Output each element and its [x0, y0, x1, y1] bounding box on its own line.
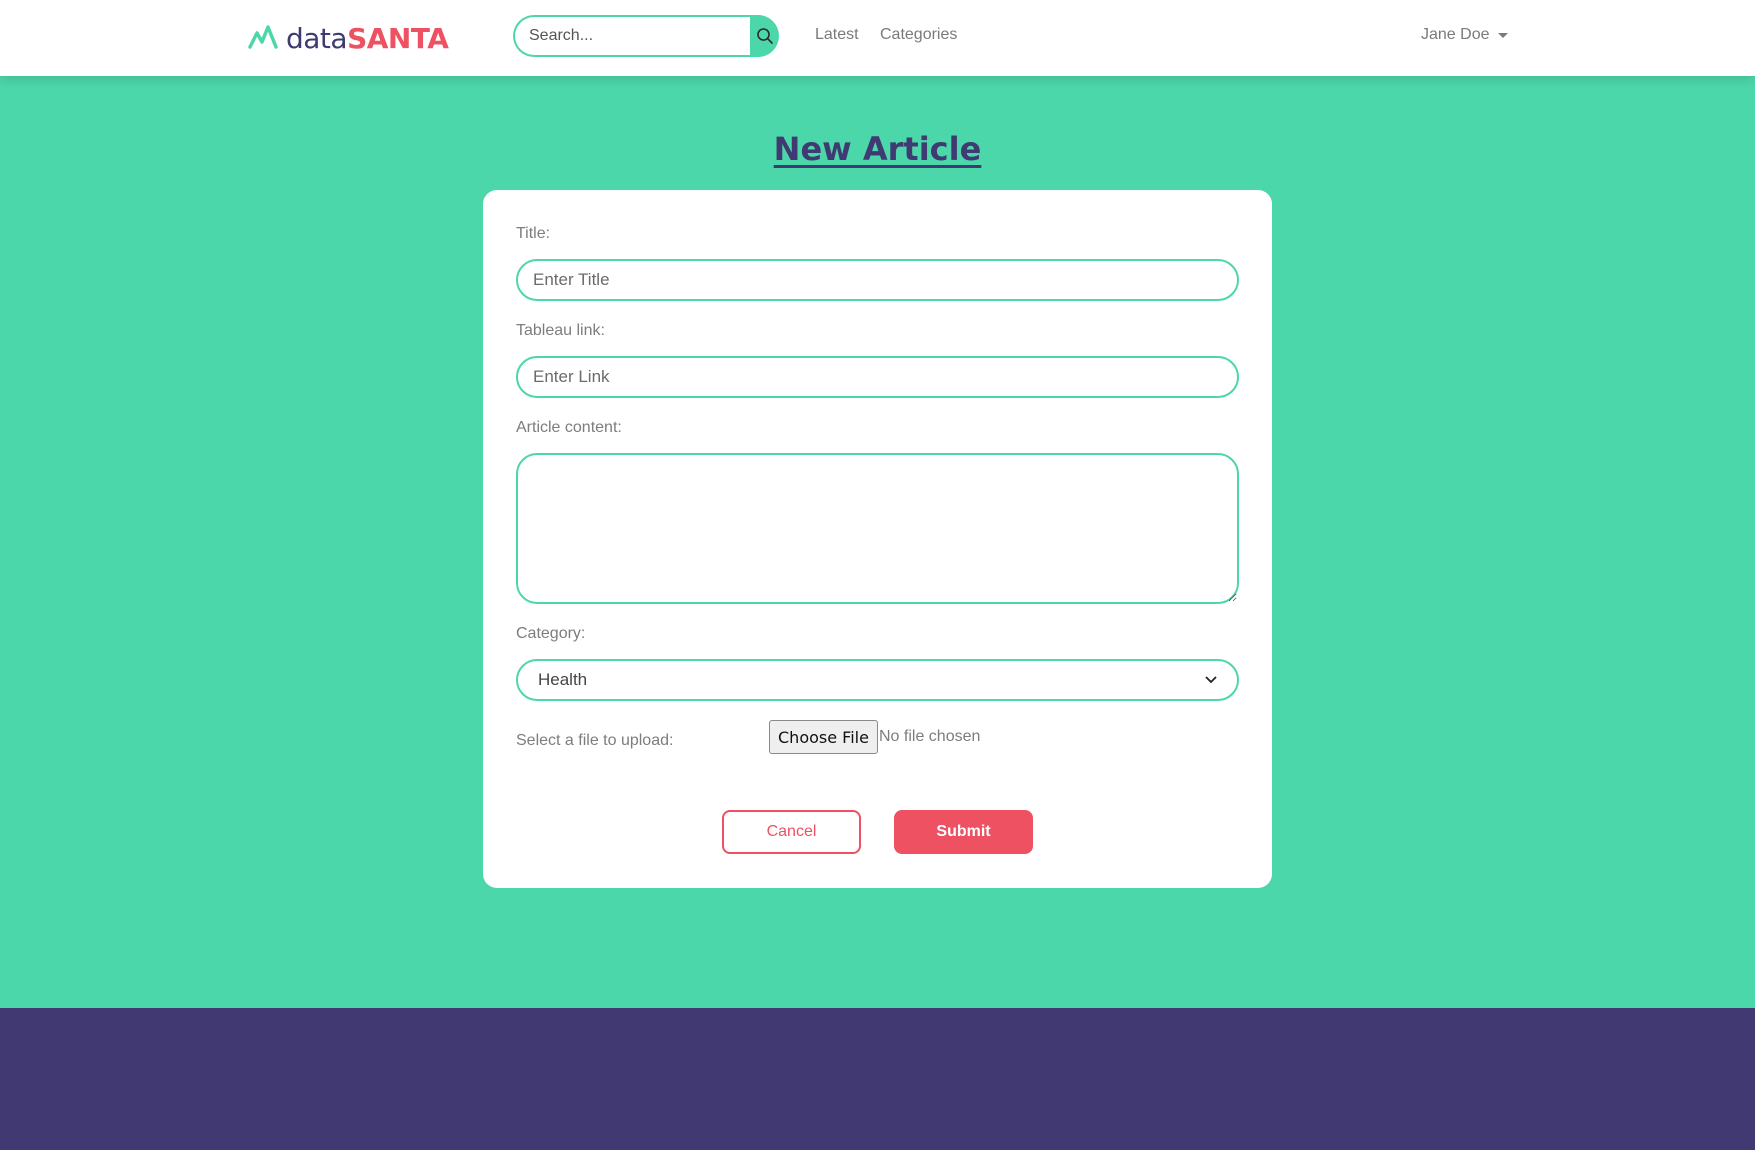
chevron-down-icon [1205, 676, 1217, 684]
submit-button[interactable]: Submit [894, 810, 1033, 854]
choose-file-button[interactable]: Choose File [769, 720, 878, 754]
navbar: dataSANTA Latest Categories Jane Doe [0, 0, 1755, 76]
article-content-label: Article content: [516, 419, 622, 436]
cancel-button[interactable]: Cancel [722, 810, 861, 854]
tableau-link-input[interactable] [516, 356, 1239, 398]
brand-name-part1: data [286, 21, 348, 55]
new-article-form-card: Title: Tableau link: Article content: Ca… [483, 190, 1272, 888]
file-upload-label: Select a file to upload: [516, 732, 674, 749]
user-name: Jane Doe [1421, 26, 1490, 43]
page-title: New Article [773, 130, 982, 168]
tableau-link-label: Tableau link: [516, 322, 605, 339]
title-input[interactable] [516, 259, 1239, 301]
article-content-textarea[interactable] [516, 453, 1239, 604]
user-menu-dropdown[interactable]: Jane Doe [1421, 26, 1508, 44]
search-icon [756, 28, 773, 44]
search-group [513, 15, 779, 57]
footer [0, 1008, 1755, 1150]
caret-down-icon [1497, 32, 1508, 38]
category-select[interactable]: Health [516, 659, 1239, 701]
mountain-logo-icon [248, 25, 278, 49]
nav-link-categories[interactable]: Categories [880, 26, 957, 44]
category-selected-value: Health [538, 670, 588, 689]
search-input[interactable] [513, 15, 750, 57]
brand-logo-link[interactable]: dataSANTA [248, 18, 449, 58]
nav-link-latest[interactable]: Latest [815, 26, 859, 44]
file-status-text: No file chosen [879, 728, 981, 745]
search-button[interactable] [750, 15, 779, 57]
brand-name: dataSANTA [286, 21, 449, 55]
brand-name-part2: SANTA [347, 21, 449, 55]
category-label: Category: [516, 625, 586, 642]
title-label: Title: [516, 225, 551, 242]
